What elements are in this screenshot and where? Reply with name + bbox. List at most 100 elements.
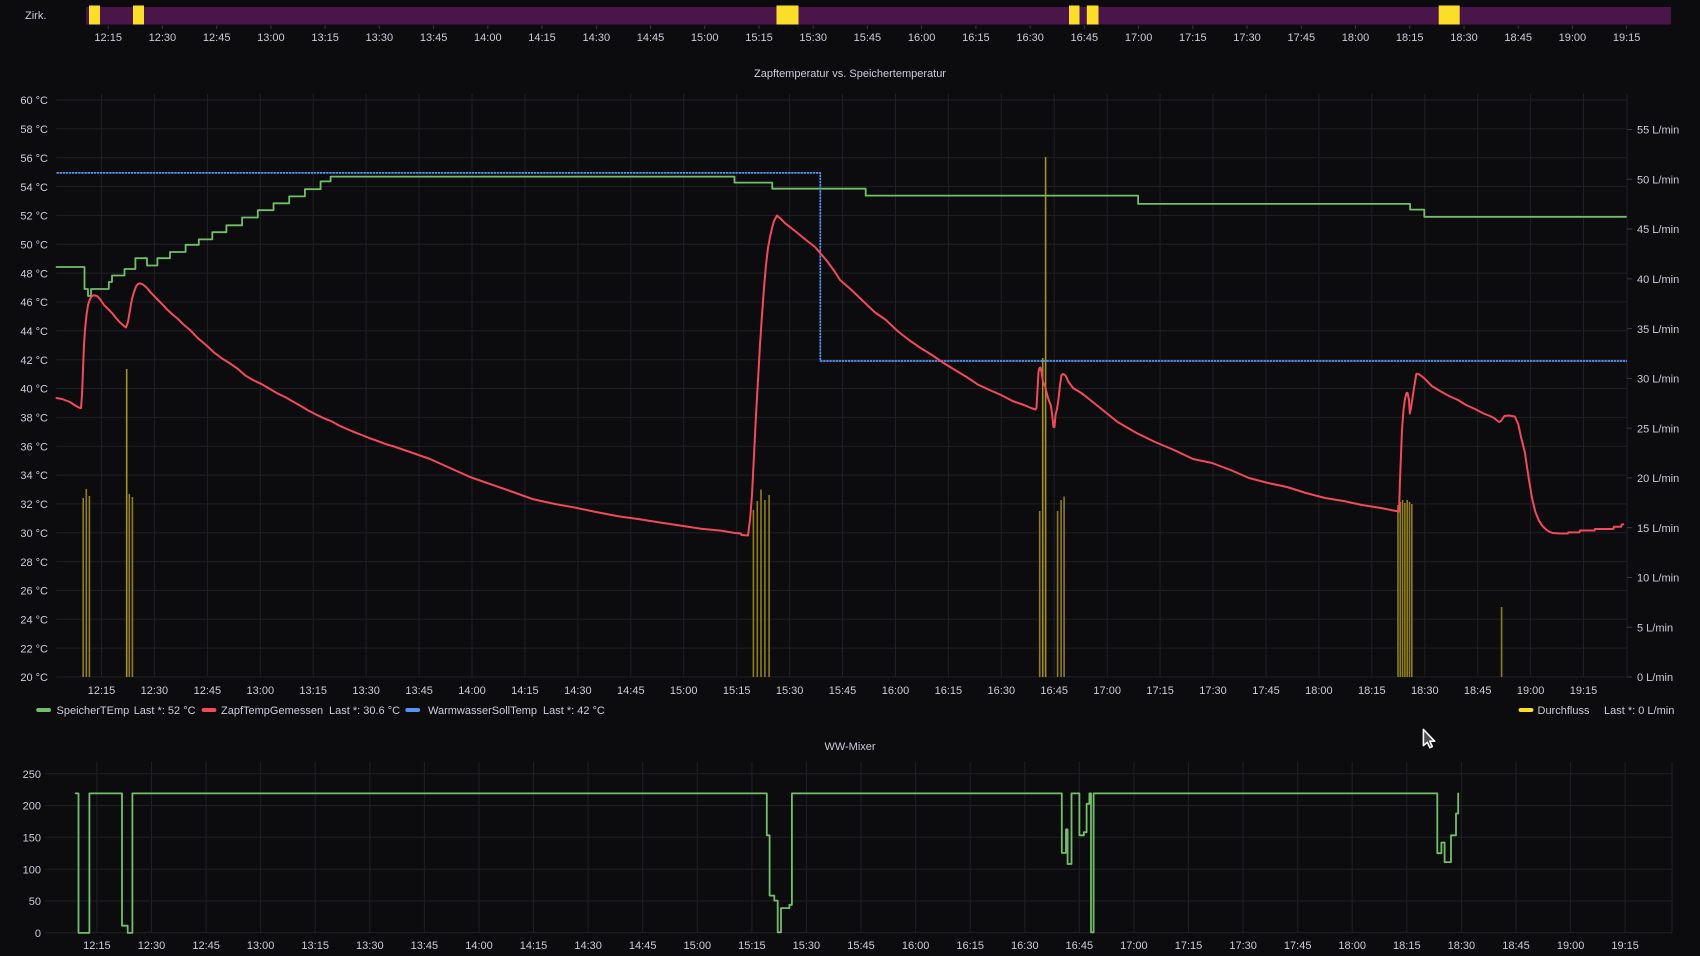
svg-text:15:45: 15:45 bbox=[847, 940, 875, 952]
svg-text:15 L/min: 15 L/min bbox=[1637, 523, 1679, 535]
svg-text:13:30: 13:30 bbox=[356, 940, 384, 952]
svg-text:0 L/min: 0 L/min bbox=[1637, 672, 1673, 684]
svg-text:10 L/min: 10 L/min bbox=[1637, 573, 1679, 585]
svg-text:17:30: 17:30 bbox=[1229, 940, 1257, 952]
svg-text:16:00: 16:00 bbox=[902, 940, 930, 952]
svg-text:16:15: 16:15 bbox=[935, 685, 963, 697]
svg-text:17:15: 17:15 bbox=[1179, 32, 1207, 44]
svg-text:13:00: 13:00 bbox=[247, 685, 275, 697]
svg-text:15:15: 15:15 bbox=[745, 32, 773, 44]
svg-text:17:45: 17:45 bbox=[1288, 32, 1316, 44]
svg-text:250: 250 bbox=[23, 769, 41, 781]
svg-text:16:15: 16:15 bbox=[956, 940, 984, 952]
svg-text:34 °C: 34 °C bbox=[20, 470, 48, 482]
svg-text:14:30: 14:30 bbox=[574, 940, 602, 952]
svg-text:18:30: 18:30 bbox=[1411, 685, 1439, 697]
svg-text:50 L/min: 50 L/min bbox=[1637, 174, 1679, 186]
svg-text:44 °C: 44 °C bbox=[20, 326, 48, 338]
svg-text:WW-Mixer: WW-Mixer bbox=[824, 741, 875, 753]
svg-text:15:15: 15:15 bbox=[738, 940, 766, 952]
svg-text:15:30: 15:30 bbox=[793, 940, 821, 952]
svg-text:16:30: 16:30 bbox=[988, 685, 1016, 697]
svg-text:Last *: 52 °C: Last *: 52 °C bbox=[134, 705, 196, 717]
svg-text:20 L/min: 20 L/min bbox=[1637, 473, 1679, 485]
svg-text:20 °C: 20 °C bbox=[20, 672, 48, 684]
svg-text:16:30: 16:30 bbox=[1016, 32, 1044, 44]
svg-text:14:15: 14:15 bbox=[511, 685, 539, 697]
svg-text:15:00: 15:00 bbox=[691, 32, 719, 44]
svg-text:16:30: 16:30 bbox=[1011, 940, 1039, 952]
svg-text:14:30: 14:30 bbox=[583, 32, 611, 44]
svg-text:14:30: 14:30 bbox=[564, 685, 592, 697]
svg-text:14:45: 14:45 bbox=[629, 940, 657, 952]
svg-text:38 °C: 38 °C bbox=[20, 413, 48, 425]
svg-text:16:00: 16:00 bbox=[882, 685, 910, 697]
svg-text:30 L/min: 30 L/min bbox=[1637, 374, 1679, 386]
svg-text:17:00: 17:00 bbox=[1125, 32, 1153, 44]
svg-text:14:15: 14:15 bbox=[528, 32, 556, 44]
svg-text:19:15: 19:15 bbox=[1613, 32, 1641, 44]
svg-text:58 °C: 58 °C bbox=[20, 124, 48, 136]
svg-text:Last *: 42 °C: Last *: 42 °C bbox=[543, 705, 605, 717]
svg-text:17:45: 17:45 bbox=[1252, 685, 1280, 697]
svg-text:14:00: 14:00 bbox=[458, 685, 486, 697]
svg-text:18:45: 18:45 bbox=[1504, 32, 1532, 44]
svg-text:13:30: 13:30 bbox=[366, 32, 394, 44]
svg-text:13:45: 13:45 bbox=[405, 685, 433, 697]
svg-text:36 °C: 36 °C bbox=[20, 441, 48, 453]
svg-text:0: 0 bbox=[35, 928, 41, 940]
svg-text:12:15: 12:15 bbox=[94, 32, 122, 44]
svg-text:40 °C: 40 °C bbox=[20, 384, 48, 396]
svg-text:12:45: 12:45 bbox=[192, 940, 220, 952]
svg-text:19:15: 19:15 bbox=[1611, 940, 1639, 952]
svg-text:54 °C: 54 °C bbox=[20, 182, 48, 194]
svg-text:SpeicherTEmp: SpeicherTEmp bbox=[57, 705, 130, 717]
svg-text:46 °C: 46 °C bbox=[20, 297, 48, 309]
svg-text:19:00: 19:00 bbox=[1517, 685, 1545, 697]
svg-text:28 °C: 28 °C bbox=[20, 557, 48, 569]
svg-text:13:00: 13:00 bbox=[257, 32, 285, 44]
svg-text:Last *: 30.6 °C: Last *: 30.6 °C bbox=[329, 705, 400, 717]
svg-text:48 °C: 48 °C bbox=[20, 268, 48, 280]
svg-text:50 °C: 50 °C bbox=[20, 239, 48, 251]
svg-text:16:45: 16:45 bbox=[1066, 940, 1094, 952]
svg-text:18:15: 18:15 bbox=[1358, 685, 1386, 697]
svg-text:24 °C: 24 °C bbox=[20, 615, 48, 627]
svg-text:Zapftemperatur vs. Speichertem: Zapftemperatur vs. Speichertemperatur bbox=[754, 68, 946, 80]
svg-text:13:15: 13:15 bbox=[299, 685, 327, 697]
svg-text:17:15: 17:15 bbox=[1175, 940, 1203, 952]
svg-text:56 °C: 56 °C bbox=[20, 153, 48, 165]
svg-text:18:30: 18:30 bbox=[1448, 940, 1476, 952]
svg-text:15:45: 15:45 bbox=[854, 32, 882, 44]
svg-text:17:00: 17:00 bbox=[1093, 685, 1121, 697]
svg-text:13:15: 13:15 bbox=[311, 32, 339, 44]
svg-text:13:45: 13:45 bbox=[411, 940, 439, 952]
svg-text:16:45: 16:45 bbox=[1071, 32, 1099, 44]
svg-text:12:15: 12:15 bbox=[83, 940, 111, 952]
svg-text:12:45: 12:45 bbox=[203, 32, 231, 44]
svg-text:17:15: 17:15 bbox=[1146, 685, 1174, 697]
svg-text:19:15: 19:15 bbox=[1570, 685, 1598, 697]
svg-text:18:45: 18:45 bbox=[1502, 940, 1530, 952]
svg-text:WarmwasserSollTemp: WarmwasserSollTemp bbox=[428, 705, 537, 717]
svg-text:42 °C: 42 °C bbox=[20, 355, 48, 367]
svg-text:18:00: 18:00 bbox=[1342, 32, 1370, 44]
svg-text:Durchfluss: Durchfluss bbox=[1538, 705, 1590, 717]
svg-text:13:30: 13:30 bbox=[352, 685, 380, 697]
svg-text:18:00: 18:00 bbox=[1338, 940, 1366, 952]
svg-text:200: 200 bbox=[23, 801, 41, 813]
svg-text:16:00: 16:00 bbox=[908, 32, 936, 44]
svg-text:13:45: 13:45 bbox=[420, 32, 448, 44]
svg-text:18:00: 18:00 bbox=[1305, 685, 1333, 697]
svg-text:13:15: 13:15 bbox=[301, 940, 329, 952]
svg-text:14:00: 14:00 bbox=[474, 32, 502, 44]
svg-text:17:45: 17:45 bbox=[1284, 940, 1312, 952]
svg-text:14:15: 14:15 bbox=[520, 940, 548, 952]
svg-text:15:00: 15:00 bbox=[670, 685, 698, 697]
svg-text:15:30: 15:30 bbox=[776, 685, 804, 697]
svg-text:14:45: 14:45 bbox=[637, 32, 665, 44]
svg-text:17:00: 17:00 bbox=[1120, 940, 1148, 952]
svg-text:18:15: 18:15 bbox=[1393, 940, 1421, 952]
svg-text:32 °C: 32 °C bbox=[20, 499, 48, 511]
svg-text:14:00: 14:00 bbox=[465, 940, 493, 952]
